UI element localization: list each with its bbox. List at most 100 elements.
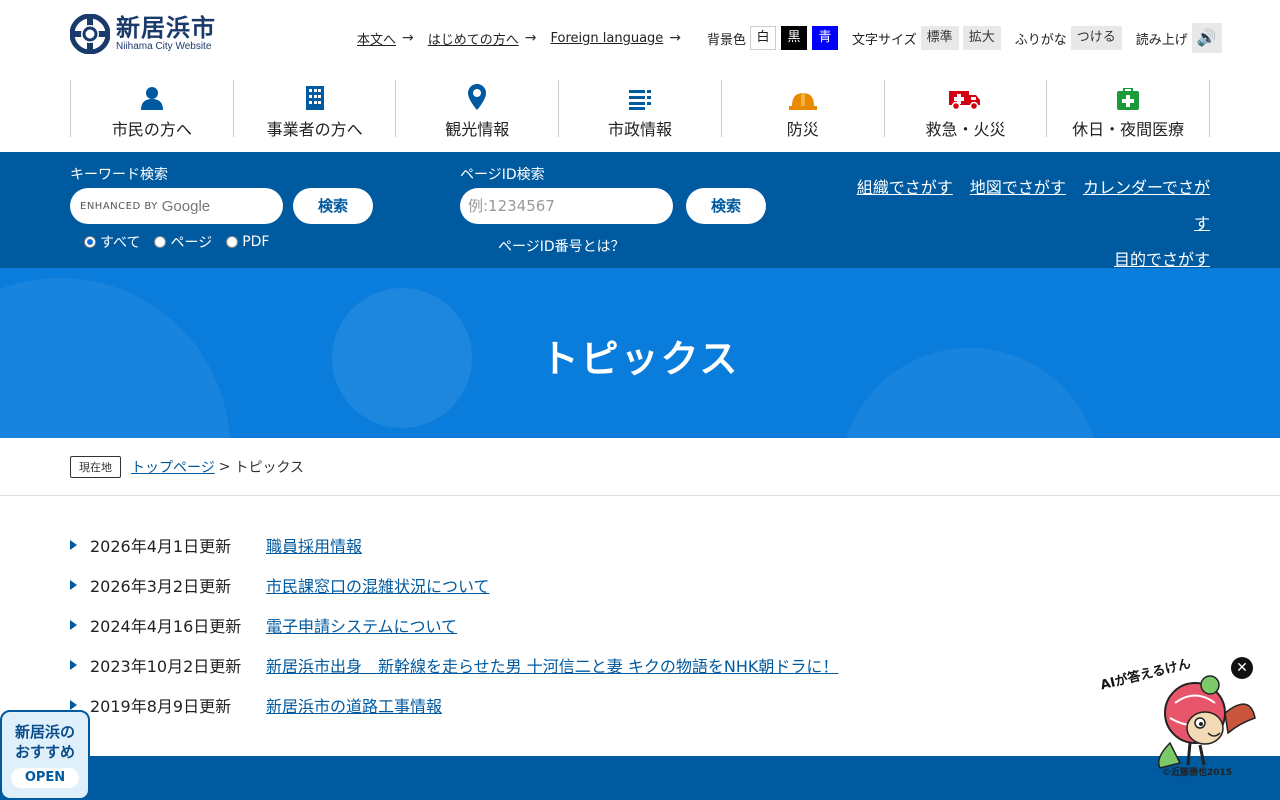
find-by-purpose-link[interactable]: 目的でさがす xyxy=(1114,250,1210,269)
find-by-organization-link[interactable]: 組織でさがす xyxy=(857,178,953,197)
mascot-credit: ©近藤勝也2015 xyxy=(1162,768,1233,778)
page-id-search-label: ページID検索 xyxy=(460,167,545,183)
font-standard-button[interactable]: 標準 xyxy=(920,26,959,50)
radio-page[interactable] xyxy=(154,236,167,248)
find-by-map-link[interactable]: 地図でさがす xyxy=(970,178,1066,197)
keyword-search-label: キーワード検索 xyxy=(70,167,168,183)
find-by-calendar-link[interactable]: カレンダーでさがす xyxy=(1083,178,1210,233)
city-emblem-icon xyxy=(70,14,110,54)
topic-link[interactable]: 新居浜市の道路工事情報 xyxy=(266,693,442,717)
bullet-triangle-icon xyxy=(70,620,77,630)
page-id-search-button[interactable]: 検索 xyxy=(686,188,766,224)
list-icon xyxy=(629,90,652,110)
recommend-widget[interactable]: 新居浜の おすすめ OPEN xyxy=(0,710,90,800)
find-links: 組織でさがす 地図でさがす カレンダーでさがす 目的でさがす xyxy=(830,170,1210,278)
topic-date: 2024年4月16日更新 xyxy=(90,617,242,636)
furigana-button[interactable]: つける xyxy=(1070,26,1122,50)
first-aid-icon xyxy=(1117,88,1140,110)
page-id-input[interactable]: 例:1234567 xyxy=(460,188,673,224)
bg-white-button[interactable]: 白 xyxy=(750,26,777,50)
nav-item-medical[interactable]: 休日・夜間医療 xyxy=(1046,80,1211,139)
read-aloud-label: 読み上げ xyxy=(1135,32,1188,48)
google-label: Google xyxy=(161,197,211,215)
topic-date: 2023年10月2日更新 xyxy=(90,657,242,676)
nav-item-business[interactable]: 事業者の方へ xyxy=(232,80,396,139)
nav-label: 休日・夜間医療 xyxy=(1072,120,1185,139)
logo-title: 新居浜市 xyxy=(116,14,216,42)
list-item: 2019年8月9日更新 新居浜市の道路工事情報 xyxy=(70,685,970,725)
bullet-triangle-icon xyxy=(70,660,77,670)
furigana-label: ふりがな xyxy=(1014,32,1067,48)
recommend-line: おすすめ xyxy=(14,743,75,761)
recommend-open-button[interactable]: OPEN xyxy=(11,768,79,788)
recommend-line: 新居浜の xyxy=(14,723,75,741)
radio-label: すべて xyxy=(100,235,141,251)
global-nav: 市民の方へ 事業者の方へ 観光情報 市政情報 防災 救急・火災 休日・夜間医療 xyxy=(70,80,1211,139)
topic-link[interactable]: 新居浜市出身 新幹線を走らせた男 十河信二と妻 キクの物語をNHK朝ドラに！ xyxy=(266,653,838,677)
ambulance-icon xyxy=(949,91,981,110)
map-pin-icon xyxy=(468,84,487,110)
arrow-right-icon: → xyxy=(402,30,414,46)
bg-black-button[interactable]: 黒 xyxy=(781,26,808,50)
helmet-icon xyxy=(788,93,817,110)
keyword-search-button[interactable]: 検索 xyxy=(293,188,373,224)
mascot-icon[interactable] xyxy=(1150,673,1260,773)
font-large-button[interactable]: 拡大 xyxy=(962,26,1001,50)
page-id-help-link[interactable]: ページID番号とは？ xyxy=(498,236,625,256)
topics-list: 2026年4月1日更新 職員採用情報 2026年3月2日更新 市民課窓口の混雑状… xyxy=(70,525,970,725)
building-icon xyxy=(305,86,324,110)
list-item: 2024年4月16日更新 電子申請システムについて xyxy=(70,605,970,645)
bullet-triangle-icon xyxy=(70,700,77,710)
nav-label: 救急・火災 xyxy=(925,120,1006,139)
arrow-right-icon: → xyxy=(669,30,682,46)
topic-link[interactable]: 市民課窓口の混雑状況について xyxy=(266,573,490,597)
search-scope-radios: すべて ページ PDF xyxy=(84,232,283,252)
topic-date: 2019年8月9日更新 xyxy=(90,697,232,716)
nav-label: 観光情報 xyxy=(445,120,510,139)
bullet-triangle-icon xyxy=(70,540,77,550)
bg-color-label: 背景色 xyxy=(707,32,747,48)
radio-label: PDF xyxy=(242,234,270,250)
breadcrumb-separator: > xyxy=(218,458,231,475)
nav-label: 市民の方へ xyxy=(111,120,192,139)
site-header: 新居浜市 Niihama City Website 本文へ → はじめての方へ … xyxy=(0,0,1280,152)
first-time-link[interactable]: はじめての方へ xyxy=(428,29,519,48)
logo-subtitle: Niihama City Website xyxy=(116,41,212,52)
list-item: 2023年10月2日更新 新居浜市出身 新幹線を走らせた男 十河信二と妻 キクの… xyxy=(70,645,970,685)
breadcrumb-current: トピックス xyxy=(234,459,305,476)
skip-to-content-link[interactable]: 本文へ xyxy=(357,29,396,48)
nav-label: 防災 xyxy=(786,120,819,139)
nav-item-emergency[interactable]: 救急・火災 xyxy=(883,80,1047,139)
nav-label: 事業者の方へ xyxy=(266,120,363,139)
foreign-language-link[interactable]: Foreign language xyxy=(551,31,664,46)
ai-chat-widget[interactable]: AIが答えるけん ✕ ©近藤勝也2015 xyxy=(1090,655,1260,785)
footer xyxy=(0,756,1280,800)
topic-link[interactable]: 電子申請システムについて xyxy=(266,613,457,637)
site-logo[interactable]: 新居浜市 Niihama City Website xyxy=(70,14,216,54)
bg-blue-button[interactable]: 青 xyxy=(812,26,839,50)
topic-date: 2026年4月1日更新 xyxy=(90,537,232,556)
breadcrumb-home-link[interactable]: トップページ xyxy=(131,457,215,477)
list-item: 2026年4月1日更新 職員採用情報 xyxy=(70,525,970,565)
enhanced-by-label: ENHANCED BY xyxy=(80,200,158,212)
radio-all[interactable] xyxy=(84,236,96,248)
speaker-icon[interactable]: 🔊 xyxy=(1191,23,1222,53)
nav-item-disaster[interactable]: 防災 xyxy=(720,80,884,139)
person-icon xyxy=(140,87,163,110)
page-banner: トピックス xyxy=(0,268,1280,438)
radio-pdf[interactable] xyxy=(226,236,239,248)
nav-item-citizens[interactable]: 市民の方へ xyxy=(70,80,233,139)
current-location-badge: 現在地 xyxy=(70,455,121,478)
nav-item-city-admin[interactable]: 市政情報 xyxy=(558,80,721,139)
topic-link[interactable]: 職員採用情報 xyxy=(266,533,362,557)
nav-label: 市政情報 xyxy=(608,120,673,139)
keyword-search-input[interactable]: ENHANCED BY Google xyxy=(70,188,283,224)
bullet-triangle-icon xyxy=(70,580,77,590)
topic-date: 2026年3月2日更新 xyxy=(90,577,232,596)
close-icon[interactable]: ✕ xyxy=(1231,657,1253,679)
breadcrumb: 現在地 トップページ > トピックス xyxy=(0,438,1280,496)
radio-label: ページ xyxy=(170,235,213,251)
search-band: キーワード検索 ENHANCED BY Google 検索 すべて ページ PD… xyxy=(0,152,1280,269)
font-size-label: 文字サイズ xyxy=(852,32,917,48)
nav-item-tourism[interactable]: 観光情報 xyxy=(395,80,558,139)
